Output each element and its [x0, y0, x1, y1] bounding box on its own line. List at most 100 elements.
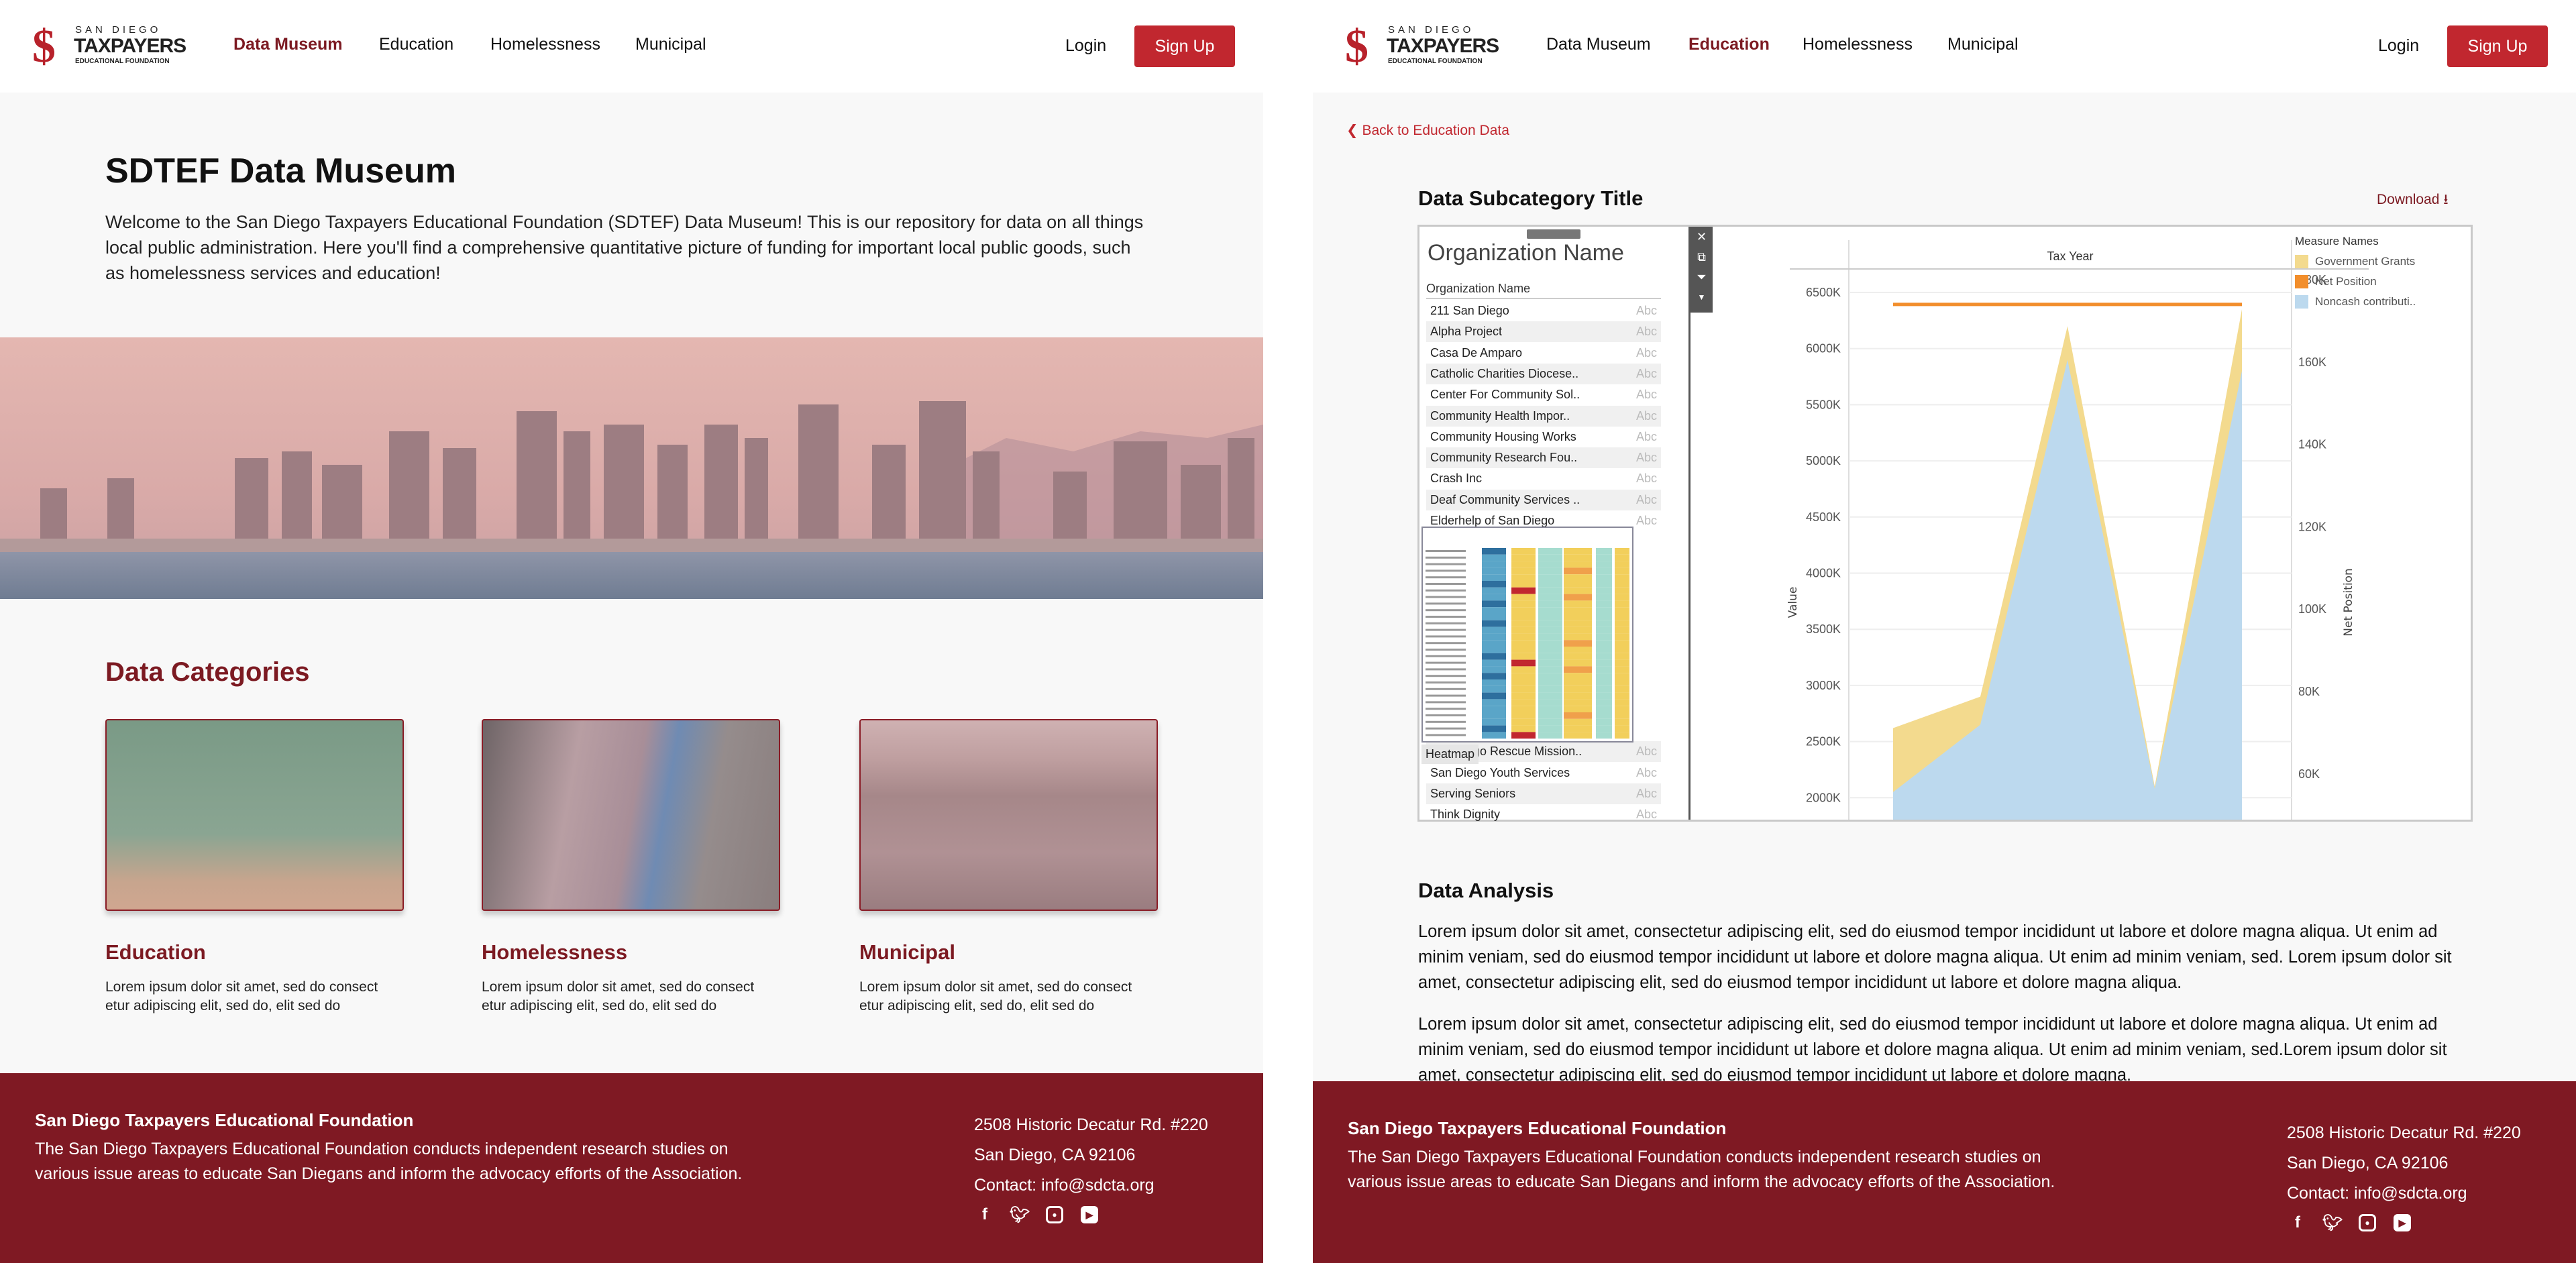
x-axis-title: Tax Year [2047, 250, 2093, 263]
nav-education[interactable]: Education [1688, 35, 1770, 54]
org-name: Elderhelp of San Diego [1430, 514, 1555, 527]
facebook-icon[interactable]: f [976, 1205, 994, 1223]
org-list-item[interactable]: Community Research Fou.. Abc [1426, 447, 1661, 469]
heatmap-cell [1564, 673, 1592, 679]
legend-item-government-grants[interactable]: Government Grants [2295, 255, 2416, 268]
municipal-card-title[interactable]: Municipal [859, 940, 955, 965]
heatmap-cell [1482, 725, 1506, 732]
nav-homelessness[interactable]: Homelessness [490, 35, 600, 54]
education-card-image[interactable] [105, 719, 404, 911]
nav-homelessness[interactable]: Homelessness [1803, 35, 1913, 54]
heatmap-cell [1511, 640, 1536, 647]
nav-data-museum[interactable]: Data Museum [1546, 35, 1651, 54]
heatmap-cell [1538, 633, 1562, 641]
heatmap-cell [1511, 712, 1536, 719]
org-list-item[interactable]: Serving Seniors Abc [1426, 783, 1661, 804]
heatmap-cell [1615, 561, 1629, 568]
logo[interactable]: $ SAN DIEGO TAXPAYERS EDUCATIONAL FOUNDA… [32, 23, 186, 71]
org-list-item[interactable]: Casa De Amparo Abc [1426, 343, 1661, 364]
heatmap-cell [1538, 685, 1562, 693]
org-list-item[interactable]: San Diego Youth Services Abc [1426, 763, 1661, 783]
abc-placeholder: Abc [1635, 304, 1657, 317]
heatmap-cell [1511, 647, 1536, 653]
facebook-icon[interactable]: f [2289, 1213, 2306, 1231]
youtube-icon[interactable]: ▶ [2394, 1214, 2411, 1231]
heatmap-cell [1615, 620, 1629, 627]
address-line1: 2508 Historic Decatur Rd. #220 [974, 1115, 1208, 1134]
twitter-icon[interactable]: 🐦︎ [2322, 1214, 2343, 1232]
heatmap-cell [1596, 673, 1612, 679]
abc-placeholder: Abc [1635, 472, 1657, 486]
signup-button[interactable]: Sign Up [2447, 25, 2548, 67]
heatmap-cell [1538, 659, 1562, 667]
login-link[interactable]: Login [2378, 36, 2419, 56]
heatmap-cell [1511, 581, 1536, 588]
org-list-item[interactable]: Community Health Impor.. Abc [1426, 405, 1661, 427]
heatmap-cell [1538, 600, 1562, 608]
org-list-item[interactable]: Center For Community Sol.. Abc [1426, 384, 1661, 405]
heatmap-cell [1538, 712, 1562, 719]
heatmap-row-label [1426, 569, 1466, 572]
org-list-item[interactable]: Deaf Community Services .. Abc [1426, 489, 1661, 510]
download-button[interactable]: Download ⭳ [2377, 190, 2449, 213]
popout-icon[interactable]: ⧉ [1690, 247, 1713, 267]
heatmap-cell [1564, 666, 1592, 673]
youtube-icon[interactable]: ▶ [1081, 1206, 1098, 1223]
org-name: 211 San Diego [1430, 304, 1509, 317]
nav-education[interactable]: Education [379, 35, 453, 54]
org-list-item[interactable]: Catholic Charities Diocese.. Abc [1426, 363, 1661, 384]
dropdown-icon[interactable]: ▼ [1690, 287, 1713, 307]
heatmap-cell [1615, 548, 1629, 555]
logo-line1: SAN DIEGO [1388, 24, 1474, 36]
email-link[interactable]: info@sdcta.org [1041, 1176, 1155, 1195]
org-list-item[interactable]: 211 San Diego Abc [1426, 300, 1661, 321]
y-tick-label: 2000K [1806, 791, 1841, 804]
nav-municipal[interactable]: Municipal [1947, 35, 2019, 54]
heatmap-cell [1538, 679, 1562, 686]
homelessness-card-title[interactable]: Homelessness [482, 940, 627, 965]
heatmap-cell [1482, 561, 1506, 568]
legend-item-noncash[interactable]: Noncash contributi.. [2295, 295, 2416, 309]
signup-button[interactable]: Sign Up [1134, 25, 1235, 67]
skyline-banner-image [0, 337, 1263, 599]
legend-item-net-position[interactable]: Net Position [2295, 275, 2416, 288]
heatmap-cell [1564, 692, 1592, 700]
org-list-item[interactable]: Community Housing Works Abc [1426, 427, 1661, 447]
back-link-label: Back to Education Data [1362, 123, 1509, 138]
social-links: f 🐦︎ ● ▶ [2289, 1213, 2411, 1232]
twitter-icon[interactable]: 🐦︎ [1010, 1206, 1030, 1224]
abc-placeholder: Abc [1635, 786, 1657, 800]
heatmap-cell [1538, 561, 1562, 568]
homelessness-card-image[interactable] [482, 719, 780, 911]
drag-handle[interactable] [1527, 229, 1580, 239]
close-icon[interactable]: ✕ [1690, 227, 1713, 247]
org-list-item[interactable]: Crash Inc Abc [1426, 468, 1661, 489]
heatmap-row-label [1426, 635, 1466, 638]
nav-municipal[interactable]: Municipal [635, 35, 706, 54]
heatmap-cell [1538, 594, 1562, 601]
heatmap-cell [1538, 554, 1562, 561]
heatmap-row-label [1426, 556, 1466, 559]
heatmap-tooltip [1421, 527, 1633, 743]
instagram-icon[interactable]: ● [1046, 1206, 1063, 1223]
heatmap-cell [1615, 718, 1629, 726]
logo[interactable]: $ SAN DIEGO TAXPAYERS EDUCATIONAL FOUNDA… [1345, 23, 1499, 71]
heatmap-cell [1482, 685, 1506, 693]
filter-icon[interactable]: ⏷ [1690, 267, 1713, 287]
org-list-item[interactable]: Think Dignity Abc [1426, 804, 1661, 825]
site-footer: San Diego Taxpayers Educational Foundati… [1313, 1081, 2576, 1263]
instagram-icon[interactable]: ● [2359, 1214, 2376, 1231]
heatmap-cell [1564, 554, 1592, 561]
homelessness-card-desc: Lorem ipsum dolor sit amet, sed do conse… [482, 979, 755, 1013]
nav-data-museum[interactable]: Data Museum [233, 35, 343, 54]
email-link[interactable]: info@sdcta.org [2354, 1184, 2467, 1203]
heatmap-cell [1564, 712, 1592, 719]
heatmap-cell [1615, 706, 1629, 712]
education-card-title[interactable]: Education [105, 940, 206, 965]
y-tick-label: 5000K [1806, 454, 1841, 468]
org-list-item[interactable]: Alpha Project Abc [1426, 321, 1661, 343]
heatmap-label: Heatmap [1421, 745, 1479, 764]
login-link[interactable]: Login [1065, 36, 1106, 56]
back-link[interactable]: ❮ Back to Education Data [1346, 122, 1509, 139]
municipal-card-image[interactable] [859, 719, 1158, 911]
